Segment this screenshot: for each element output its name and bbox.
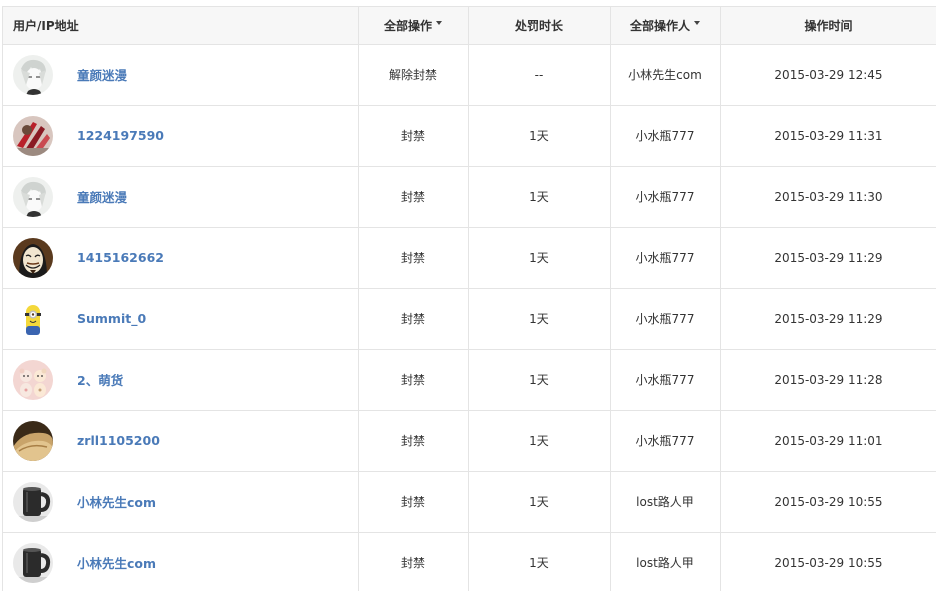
time-cell: 2015-03-29 12:45 bbox=[720, 44, 936, 106]
avatar[interactable] bbox=[13, 481, 53, 522]
user-link[interactable]: zrll1105200 bbox=[77, 433, 160, 448]
duration-cell: 1天 bbox=[468, 349, 611, 411]
duration-cell: -- bbox=[468, 44, 611, 106]
table-row: Summit_0 封禁 1天 小水瓶777 2015-03-29 11:29 bbox=[3, 288, 936, 350]
operator-cell: 小水瓶777 bbox=[610, 410, 721, 472]
duration-cell: 1天 bbox=[468, 471, 611, 533]
avatar[interactable] bbox=[13, 237, 53, 278]
table-header-row: 用户/IP地址 全部操作 处罚时长 全部操作人 操作时间 bbox=[3, 7, 936, 45]
table-row: 2、萌货 封禁 1天 小水瓶777 2015-03-29 11:28 bbox=[3, 349, 936, 411]
user-link[interactable]: 童颜迷漫 bbox=[77, 65, 127, 84]
duration-cell: 1天 bbox=[468, 166, 611, 228]
time-cell: 2015-03-29 10:55 bbox=[720, 532, 936, 591]
user-cell: 2、萌货 bbox=[3, 349, 359, 411]
operator-cell: 小水瓶777 bbox=[610, 105, 721, 167]
column-header-time: 操作时间 bbox=[720, 7, 936, 45]
action-cell: 解除封禁 bbox=[358, 44, 469, 106]
time-cell: 2015-03-29 11:28 bbox=[720, 349, 936, 411]
duration-cell: 1天 bbox=[468, 532, 611, 591]
user-cell: 童颜迷漫 bbox=[3, 44, 359, 106]
avatar[interactable] bbox=[13, 359, 53, 400]
operator-cell: lost路人甲 bbox=[610, 471, 721, 533]
user-link[interactable]: 1415162662 bbox=[77, 250, 164, 265]
action-cell: 封禁 bbox=[358, 227, 469, 289]
user-cell: 1415162662 bbox=[3, 227, 359, 289]
action-cell: 封禁 bbox=[358, 471, 469, 533]
duration-cell: 1天 bbox=[468, 105, 611, 167]
column-header-action[interactable]: 全部操作 bbox=[358, 7, 469, 45]
ban-log-table: 用户/IP地址 全部操作 处罚时长 全部操作人 操作时间 童颜迷漫 解除封禁 -- 小… bbox=[3, 7, 936, 591]
user-cell: 童颜迷漫 bbox=[3, 166, 359, 228]
user-cell: Summit_0 bbox=[3, 288, 359, 350]
avatar[interactable] bbox=[13, 298, 53, 339]
action-cell: 封禁 bbox=[358, 105, 469, 167]
user-cell: 小林先生com bbox=[3, 471, 359, 533]
user-link[interactable]: 小林先生com bbox=[77, 492, 156, 511]
avatar[interactable] bbox=[13, 115, 53, 156]
action-filter-label: 全部操作 bbox=[383, 18, 432, 33]
table-row: 1224197590 封禁 1天 小水瓶777 2015-03-29 11:31 bbox=[3, 105, 936, 167]
operator-cell: 小水瓶777 bbox=[610, 349, 721, 411]
user-cell: 1224197590 bbox=[3, 105, 359, 167]
action-cell: 封禁 bbox=[358, 166, 469, 228]
table-row: 1415162662 封禁 1天 小水瓶777 2015-03-29 11:29 bbox=[3, 227, 936, 289]
time-cell: 2015-03-29 11:31 bbox=[720, 105, 936, 167]
action-cell: 封禁 bbox=[358, 288, 469, 350]
avatar[interactable] bbox=[13, 420, 53, 461]
duration-cell: 1天 bbox=[468, 227, 611, 289]
avatar[interactable] bbox=[13, 176, 53, 217]
user-link[interactable]: 1224197590 bbox=[77, 128, 164, 143]
avatar[interactable] bbox=[13, 54, 53, 95]
operator-cell: 小水瓶777 bbox=[610, 227, 721, 289]
user-cell: 小林先生com bbox=[3, 532, 359, 591]
action-cell: 封禁 bbox=[358, 349, 469, 411]
table-row: 小林先生com 封禁 1天 lost路人甲 2015-03-29 10:55 bbox=[3, 471, 936, 533]
user-link[interactable]: 童颜迷漫 bbox=[77, 187, 127, 206]
operator-filter-label: 全部操作人 bbox=[629, 18, 690, 33]
column-header-duration: 处罚时长 bbox=[468, 7, 611, 45]
caret-down-icon[interactable] bbox=[436, 21, 442, 26]
caret-down-icon[interactable] bbox=[694, 21, 700, 26]
time-cell: 2015-03-29 11:29 bbox=[720, 288, 936, 350]
table-row: 童颜迷漫 解除封禁 -- 小林先生com 2015-03-29 12:45 bbox=[3, 44, 936, 106]
operator-cell: lost路人甲 bbox=[610, 532, 721, 591]
duration-cell: 1天 bbox=[468, 288, 611, 350]
user-link[interactable]: Summit_0 bbox=[77, 311, 146, 326]
table-row: zrll1105200 封禁 1天 小水瓶777 2015-03-29 11:01 bbox=[3, 410, 936, 472]
operator-cell: 小林先生com bbox=[610, 44, 721, 106]
ban-log-panel: 用户/IP地址 全部操作 处罚时长 全部操作人 操作时间 童颜迷漫 解除封禁 -- 小… bbox=[2, 6, 936, 591]
time-cell: 2015-03-29 11:01 bbox=[720, 410, 936, 472]
time-cell: 2015-03-29 10:55 bbox=[720, 471, 936, 533]
table-row: 童颜迷漫 封禁 1天 小水瓶777 2015-03-29 11:30 bbox=[3, 166, 936, 228]
avatar[interactable] bbox=[13, 542, 53, 583]
table-row: 小林先生com 封禁 1天 lost路人甲 2015-03-29 10:55 bbox=[3, 532, 936, 591]
operator-cell: 小水瓶777 bbox=[610, 166, 721, 228]
duration-cell: 1天 bbox=[468, 410, 611, 472]
user-cell: zrll1105200 bbox=[3, 410, 359, 472]
column-header-user: 用户/IP地址 bbox=[3, 7, 359, 45]
action-cell: 封禁 bbox=[358, 410, 469, 472]
column-header-operator[interactable]: 全部操作人 bbox=[610, 7, 721, 45]
operator-cell: 小水瓶777 bbox=[610, 288, 721, 350]
time-cell: 2015-03-29 11:29 bbox=[720, 227, 936, 289]
user-link[interactable]: 小林先生com bbox=[77, 553, 156, 572]
user-link[interactable]: 2、萌货 bbox=[77, 370, 123, 389]
time-cell: 2015-03-29 11:30 bbox=[720, 166, 936, 228]
action-cell: 封禁 bbox=[358, 532, 469, 591]
